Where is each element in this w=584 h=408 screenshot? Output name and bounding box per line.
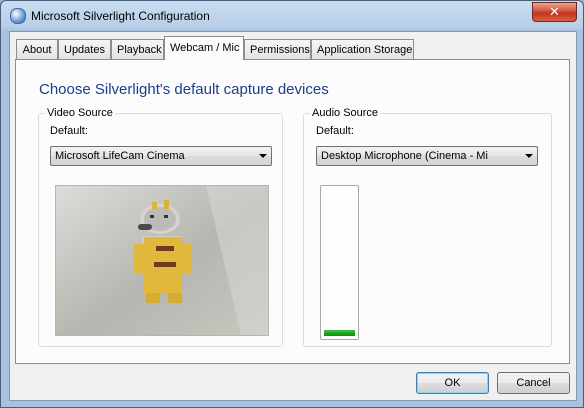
chevron-down-icon bbox=[259, 154, 267, 158]
tab-about[interactable]: About bbox=[16, 39, 58, 59]
audio-device-value: Desktop Microphone (Cinema - Mi bbox=[321, 150, 488, 162]
dialog-body: About Updates Playback Webcam / Mic Perm… bbox=[9, 31, 577, 401]
tab-updates[interactable]: Updates bbox=[58, 39, 111, 59]
tab-permissions[interactable]: Permissions bbox=[244, 39, 311, 59]
webcam-image bbox=[56, 186, 268, 335]
audio-source-legend: Audio Source bbox=[310, 107, 381, 119]
tab-playback[interactable]: Playback bbox=[111, 39, 164, 59]
ok-button[interactable]: OK bbox=[416, 372, 489, 394]
page-title: Choose Silverlight's default capture dev… bbox=[39, 81, 329, 98]
video-default-label: Default: bbox=[50, 125, 88, 137]
audio-level-meter bbox=[320, 185, 359, 340]
silverlight-icon bbox=[10, 8, 26, 24]
webcam-preview bbox=[55, 185, 269, 336]
video-source-legend: Video Source bbox=[45, 107, 115, 119]
webcam-mic-panel: Choose Silverlight's default capture dev… bbox=[15, 59, 570, 364]
tab-webcam-mic[interactable]: Webcam / Mic bbox=[164, 36, 244, 60]
window-title: Microsoft Silverlight Configuration bbox=[31, 9, 210, 23]
audio-default-label: Default: bbox=[316, 125, 354, 137]
video-source-group: Video Source Default: Microsoft LifeCam … bbox=[38, 107, 283, 347]
video-device-select[interactable]: Microsoft LifeCam Cinema bbox=[50, 146, 272, 166]
title-bar[interactable]: Microsoft Silverlight Configuration ✕ bbox=[1, 1, 583, 31]
audio-device-select[interactable]: Desktop Microphone (Cinema - Mi bbox=[316, 146, 538, 166]
audio-level-fill bbox=[324, 330, 355, 336]
cancel-button[interactable]: Cancel bbox=[497, 372, 570, 394]
video-device-value: Microsoft LifeCam Cinema bbox=[55, 150, 185, 162]
audio-source-group: Audio Source Default: Desktop Microphone… bbox=[303, 107, 552, 347]
chevron-down-icon bbox=[525, 154, 533, 158]
close-button[interactable]: ✕ bbox=[532, 2, 577, 22]
tab-application-storage[interactable]: Application Storage bbox=[311, 39, 414, 59]
config-window: Microsoft Silverlight Configuration ✕ Ab… bbox=[0, 0, 584, 408]
